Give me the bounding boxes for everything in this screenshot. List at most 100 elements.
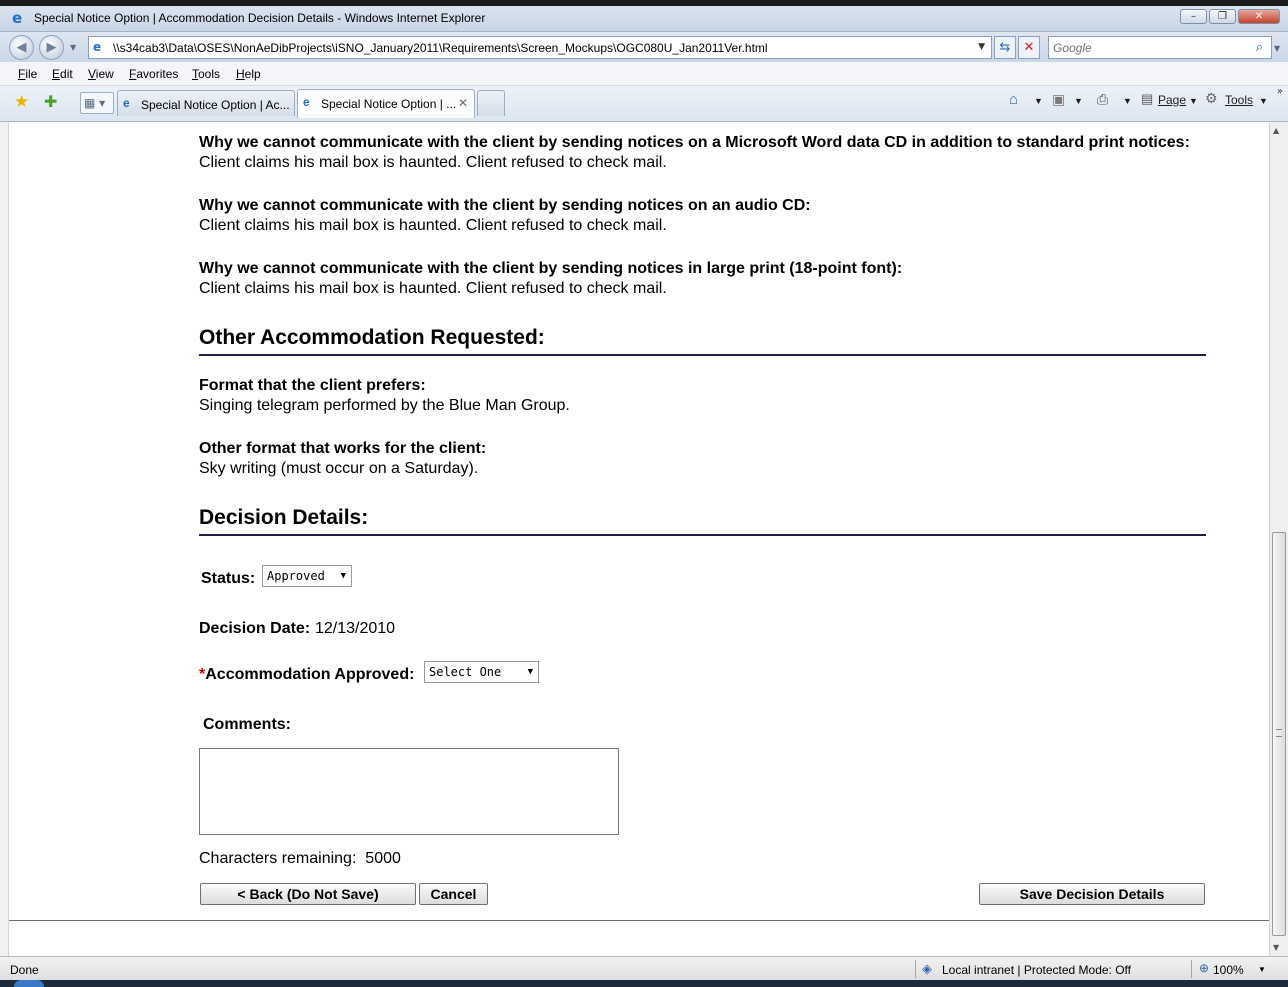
- search-options-dropdown[interactable]: ▼: [1274, 44, 1280, 53]
- tools-menu[interactable]: Tools: [1225, 93, 1253, 107]
- address-bar[interactable]: e \\s34cab3\Data\OSES\NonAeDibProjects\i…: [88, 36, 992, 59]
- search-input[interactable]: [1053, 40, 1243, 55]
- minimize-button[interactable]: –: [1180, 9, 1207, 24]
- security-zone[interactable]: Local intranet | Protected Mode: Off: [942, 963, 1131, 977]
- vertical-scrollbar[interactable]: ▲ ▼: [1269, 122, 1288, 956]
- refresh-button[interactable]: ⇆: [994, 36, 1016, 59]
- status-label: Status:: [201, 570, 256, 587]
- tab-label: Special Notice Option | ...: [321, 97, 457, 111]
- format-prefers-value: Singing telegram performed by the Blue M…: [199, 397, 570, 414]
- menu-edit[interactable]: Edit: [52, 67, 73, 81]
- menu-tools[interactable]: Tools: [192, 67, 220, 81]
- question-large-print: Why we cannot communicate with the clien…: [199, 260, 903, 277]
- new-tab-button[interactable]: [477, 90, 505, 116]
- page-bottom-divider: [9, 920, 1269, 921]
- save-decision-details-button[interactable]: Save Decision Details: [979, 883, 1205, 905]
- tab-special-notice-1[interactable]: e Special Notice Option | Ac...: [117, 90, 295, 116]
- status-select[interactable]: Approved ▼: [262, 565, 352, 587]
- page-menu[interactable]: Page: [1158, 93, 1186, 107]
- scroll-grip-icon: [1276, 729, 1282, 737]
- page-viewport: Why we cannot communicate with the clien…: [9, 122, 1269, 956]
- forward-button[interactable]: ▶: [39, 35, 64, 60]
- status-bar: Done ◈ Local intranet | Protected Mode: …: [0, 956, 1288, 980]
- page-icon: e: [93, 40, 102, 54]
- stop-icon: ✕: [1023, 40, 1035, 55]
- status-separator: [915, 960, 916, 978]
- decision-date-value: 12/13/2010: [315, 620, 396, 637]
- close-tab-icon[interactable]: ✕: [458, 96, 468, 110]
- scroll-down-arrow-icon[interactable]: ▼: [1273, 943, 1279, 952]
- window-controls: – ❐ ✕: [1180, 9, 1280, 24]
- chevron-down-icon: ▼: [340, 571, 346, 581]
- address-url[interactable]: \\s34cab3\Data\OSES\NonAeDibProjects\iSN…: [113, 41, 768, 55]
- tools-dropdown-icon[interactable]: ▼: [1259, 96, 1268, 106]
- status-text: Done: [10, 963, 39, 977]
- refresh-icon: ⇆: [999, 40, 1011, 55]
- favorites-star-icon[interactable]: ★: [14, 92, 29, 112]
- menu-view[interactable]: View: [88, 67, 114, 81]
- back-button[interactable]: ◀: [9, 35, 34, 60]
- more-commands-chevron-icon[interactable]: »: [1277, 86, 1283, 97]
- answer-audio-cd: Client claims his mail box is haunted. C…: [199, 217, 667, 234]
- accommodation-select-value: Select One: [429, 665, 502, 679]
- comments-textarea[interactable]: [199, 748, 619, 835]
- quick-tabs-button[interactable]: ▦ ▾: [80, 92, 114, 114]
- other-format-value: Sky writing (must occur on a Saturday).: [199, 460, 479, 477]
- cancel-button[interactable]: Cancel: [419, 883, 488, 905]
- stop-button[interactable]: ✕: [1018, 36, 1040, 59]
- scrollbar-thumb[interactable]: [1272, 532, 1286, 936]
- menu-help[interactable]: Help: [236, 67, 261, 81]
- comments-label: Comments:: [203, 716, 292, 733]
- start-button[interactable]: [14, 980, 44, 987]
- accommodation-approved-text: Accommodation Approved:: [205, 666, 415, 683]
- zoom-icon[interactable]: ⊕: [1199, 961, 1209, 975]
- answer-large-print: Client claims his mail box is haunted. C…: [199, 280, 667, 297]
- ie-logo-icon: e: [12, 9, 23, 27]
- tab-special-notice-2[interactable]: e Special Notice Option | ... ✕: [297, 89, 475, 118]
- back-do-not-save-button[interactable]: < Back (Do Not Save): [200, 883, 416, 905]
- chars-remaining-label: Characters remaining:: [199, 850, 357, 867]
- back-arrow-icon: ◀: [16, 40, 27, 55]
- other-accommodation-heading: Other Accommodation Requested:: [199, 326, 1206, 356]
- quick-tabs-icon: ▦ ▾: [84, 96, 106, 110]
- zoom-dropdown-icon[interactable]: ▼: [1258, 965, 1266, 974]
- home-dropdown-icon[interactable]: ▼: [1034, 96, 1043, 106]
- print-dropdown-icon[interactable]: ▼: [1123, 96, 1132, 106]
- address-dropdown-icon[interactable]: ▼: [978, 42, 985, 52]
- search-icon[interactable]: ⌕: [1256, 40, 1263, 55]
- menu-file[interactable]: File: [18, 67, 37, 81]
- title-top-strip: [0, 0, 1288, 6]
- question-audio-cd: Why we cannot communicate with the clien…: [199, 197, 811, 214]
- scroll-up-arrow-icon[interactable]: ▲: [1273, 126, 1279, 135]
- accommodation-approved-select[interactable]: Select One ▼: [424, 661, 539, 683]
- home-icon[interactable]: ⌂: [1009, 91, 1018, 108]
- feeds-icon[interactable]: ▣: [1052, 91, 1065, 108]
- feeds-dropdown-icon[interactable]: ▼: [1074, 96, 1083, 106]
- chevron-down-icon: ▼: [527, 667, 533, 677]
- zoom-level[interactable]: 100%: [1213, 963, 1244, 977]
- tab-page-icon: e: [303, 95, 310, 109]
- add-favorites-icon[interactable]: ✚: [44, 92, 57, 111]
- menu-bar: File Edit View Favorites Tools Help: [0, 62, 1288, 86]
- gear-icon: ⚙: [1205, 90, 1218, 106]
- print-icon[interactable]: ⎙: [1097, 91, 1108, 108]
- os-taskbar: [0, 980, 1288, 987]
- question-word-cd: Why we cannot communicate with the clien…: [199, 134, 1190, 151]
- tab-label: Special Notice Option | Ac...: [141, 98, 290, 112]
- format-prefers-label: Format that the client prefers:: [199, 377, 426, 394]
- status-select-value: Approved: [267, 569, 325, 583]
- maximize-button[interactable]: ❐: [1209, 9, 1236, 24]
- page-dropdown-icon[interactable]: ▼: [1189, 96, 1198, 106]
- decision-details-heading: Decision Details:: [199, 506, 1206, 536]
- chars-remaining: Characters remaining: 5000: [199, 850, 401, 868]
- search-box[interactable]: ⌕: [1048, 36, 1272, 59]
- status-separator: [1191, 960, 1192, 978]
- left-frame-edge: [0, 122, 9, 956]
- window-title: Special Notice Option | Accommodation De…: [34, 11, 486, 25]
- menu-favorites[interactable]: Favorites: [129, 67, 178, 81]
- recent-pages-dropdown[interactable]: ▼: [70, 43, 76, 52]
- close-window-button[interactable]: ✕: [1238, 9, 1280, 24]
- chars-remaining-value: 5000: [365, 850, 401, 867]
- forward-arrow-icon: ▶: [46, 40, 57, 55]
- decision-date-label: Decision Date:: [199, 620, 311, 637]
